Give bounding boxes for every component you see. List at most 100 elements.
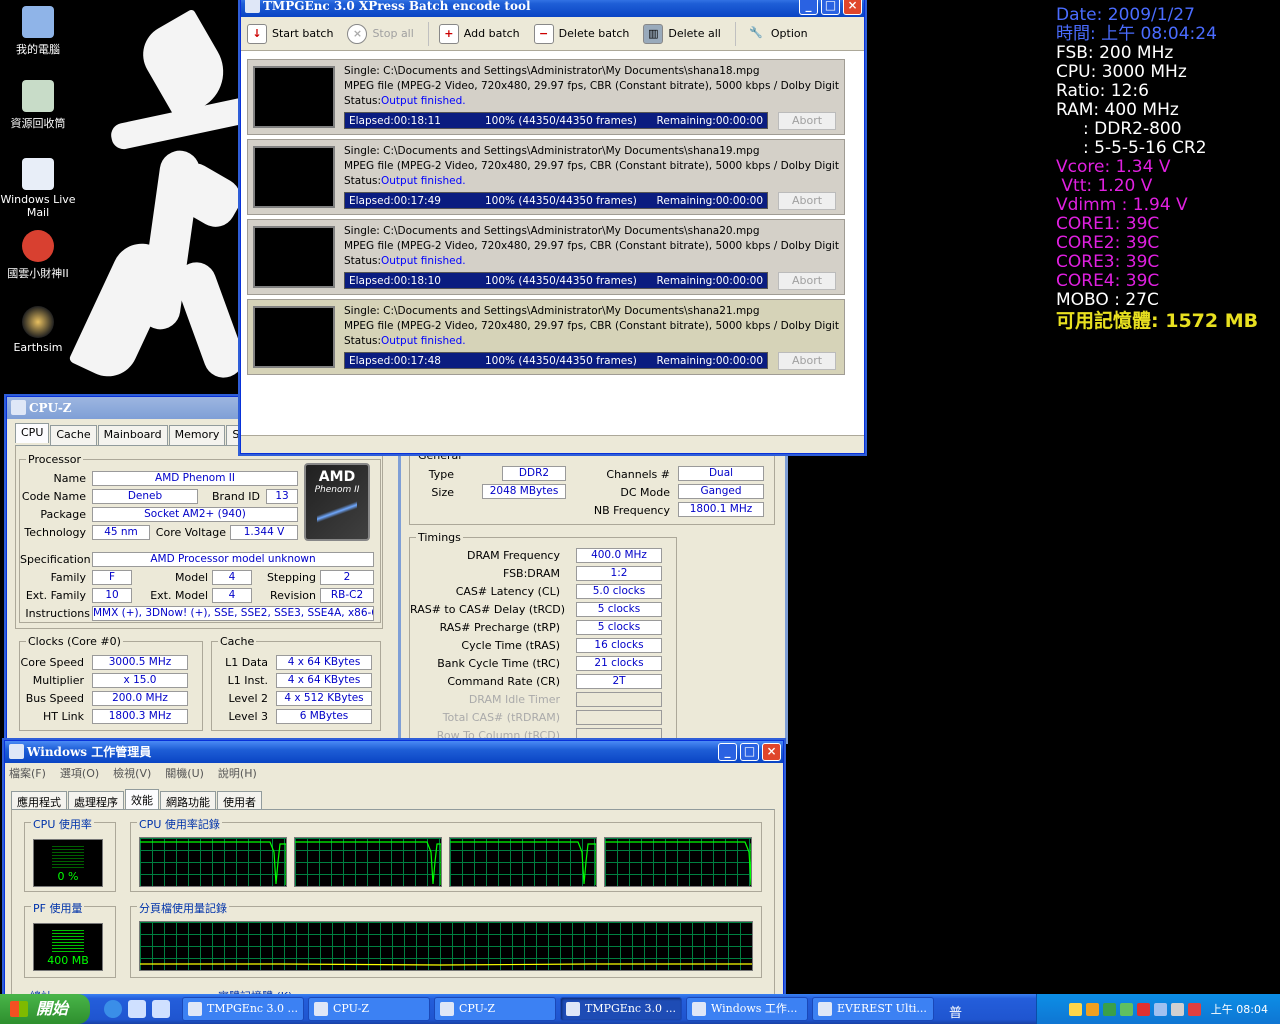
taskbar-button[interactable]: Windows 工作... bbox=[686, 997, 808, 1021]
app-icon bbox=[692, 1002, 706, 1016]
menu-file[interactable]: 檔案(F) bbox=[9, 765, 46, 781]
menu-options[interactable]: 選項(O) bbox=[60, 765, 99, 781]
stop-all-button[interactable]: × Stop all bbox=[347, 23, 414, 44]
option-button[interactable]: 🔧 Option bbox=[746, 24, 808, 44]
overlay-line: CORE1: 39C bbox=[1056, 214, 1160, 234]
batch-job[interactable]: Single: C:\Documents and Settings\Admini… bbox=[247, 139, 845, 215]
desktop-icon-earthsim[interactable]: Earthsim bbox=[0, 306, 76, 354]
technology: 45 nm bbox=[92, 525, 150, 540]
system-monitor-overlay: Date: 2009/1/27 時間: 上午 08:04:24 FSB: 200 M… bbox=[1056, 6, 1258, 331]
available-memory-label: 可用記憶體: bbox=[1056, 310, 1159, 332]
taskbar-button[interactable]: TMPGEnc 3.0 ... bbox=[560, 997, 682, 1021]
taskmgr-titlebar[interactable]: Windows 工作管理員 _ □ × bbox=[5, 741, 783, 763]
abort-button[interactable]: Abort bbox=[778, 352, 836, 370]
overlay-line: CORE4: 39C bbox=[1056, 271, 1160, 291]
desktop-icon-my-computer[interactable]: 我的電腦 bbox=[0, 6, 76, 57]
amd-phenom-logo: AMD Phenom II bbox=[304, 463, 370, 541]
job-progress-bar: Elapsed:00:18:10 100% (44350/44350 frames… bbox=[344, 272, 768, 289]
maximize-button[interactable]: □ bbox=[821, 0, 840, 15]
brand-id: 13 bbox=[266, 489, 298, 504]
desktop-icon-live-mail[interactable]: Windows Live Mail bbox=[0, 158, 76, 219]
everest-icon[interactable] bbox=[1102, 1002, 1116, 1016]
status-bar bbox=[241, 435, 864, 453]
ime-indicator[interactable]: 普 bbox=[949, 1002, 962, 1021]
network-icon[interactable] bbox=[1170, 1002, 1184, 1016]
quicklaunch-icon[interactable] bbox=[128, 1000, 146, 1018]
start-button[interactable]: 開始 bbox=[0, 994, 90, 1024]
desktop-icon-finance[interactable]: 國雲小財神II bbox=[0, 230, 76, 281]
taskbar-button[interactable]: EVEREST Ulti... bbox=[812, 997, 934, 1021]
delete-all-button[interactable]: ▥ Delete all bbox=[643, 23, 721, 44]
job-file: Single: C:\Documents and Settings\Admini… bbox=[344, 225, 760, 237]
abort-button[interactable]: Abort bbox=[778, 192, 836, 210]
core-speed: 3000.5 MHz bbox=[92, 655, 188, 670]
cpu-usage-group: CPU 使用率 0 % bbox=[24, 816, 116, 892]
instructions: MMX (+), 3DNow! (+), SSE, SSE2, SSE3, SS… bbox=[92, 606, 374, 621]
batch-job[interactable]: Single: C:\Documents and Settings\Admini… bbox=[247, 59, 845, 135]
cpu-core-history-graph bbox=[139, 837, 287, 887]
task-manager-window[interactable]: Windows 工作管理員 _ □ × 檔案(F) 選項(O) 檢視(V) 關機… bbox=[4, 740, 784, 1005]
clock[interactable]: 上午 08:04 bbox=[1211, 1001, 1268, 1017]
menu-shutdown[interactable]: 關機(U) bbox=[165, 765, 204, 781]
wrench-icon: 🔧 bbox=[749, 25, 763, 39]
close-button[interactable]: × bbox=[843, 0, 862, 15]
cache-group: Cache L1 Data 4 x 64 KBytes L1 Inst. 4 x… bbox=[211, 635, 381, 731]
minimize-button[interactable]: _ bbox=[799, 0, 818, 15]
timing-value: 5.0 clocks bbox=[576, 584, 662, 599]
start-icon: ↓ bbox=[247, 23, 267, 44]
package: Socket AM2+ (940) bbox=[92, 507, 298, 522]
menu-view[interactable]: 檢視(V) bbox=[113, 765, 151, 781]
tmpgenc-toolbar: ↓ Start batch × Stop all + Add batch − Delet… bbox=[241, 17, 864, 51]
timing-value: 1:2 bbox=[576, 566, 662, 581]
overlay-line: 時間: 上午 08:04:24 bbox=[1056, 24, 1217, 44]
shield-icon[interactable] bbox=[1068, 1002, 1082, 1016]
delete-batch-button[interactable]: − Delete batch bbox=[533, 23, 629, 44]
abort-button[interactable]: Abort bbox=[778, 272, 836, 290]
ht-link: 1800.3 MHz bbox=[92, 709, 188, 724]
job-file: Single: C:\Documents and Settings\Admini… bbox=[344, 145, 760, 157]
start-batch-button[interactable]: ↓ Start batch bbox=[247, 23, 333, 44]
stepping: 2 bbox=[320, 570, 374, 585]
minimize-button[interactable]: _ bbox=[718, 743, 737, 761]
minus-icon: − bbox=[533, 23, 554, 44]
overlay-lines: Date: 2009/1/27 時間: 上午 08:04:24 FSB: 200 M… bbox=[1056, 6, 1258, 310]
volume-icon[interactable] bbox=[1153, 1002, 1167, 1016]
ie-icon[interactable] bbox=[104, 1000, 122, 1018]
tab-cache[interactable]: Cache bbox=[50, 425, 97, 445]
add-batch-button[interactable]: + Add batch bbox=[438, 23, 520, 44]
maximize-button[interactable]: □ bbox=[740, 743, 759, 761]
taskbar-button[interactable]: CPU-Z bbox=[308, 997, 430, 1021]
show-desktop-icon[interactable] bbox=[152, 1000, 170, 1018]
menu-help[interactable]: 說明(H) bbox=[218, 765, 257, 781]
desktop-icon-recycle-bin[interactable]: 資源回收筒 bbox=[0, 80, 76, 131]
ati-icon[interactable] bbox=[1136, 1002, 1150, 1016]
job-thumbnail bbox=[253, 66, 335, 128]
tmpgenc-titlebar[interactable]: TMPGEnc 3.0 XPress Batch encode tool _ □… bbox=[241, 0, 864, 17]
job-status: Status:Output finished. bbox=[344, 95, 466, 107]
tab-mainboard[interactable]: Mainboard bbox=[97, 425, 168, 445]
overlay-line: Vtt: 1.20 V bbox=[1056, 176, 1153, 196]
taskbar-button[interactable]: TMPGEnc 3.0 ... bbox=[182, 997, 304, 1021]
pf-history-group: 分頁檔使用量記錄 bbox=[130, 900, 762, 978]
trash-icon: ▥ bbox=[643, 23, 664, 44]
tab-cpu[interactable]: CPU bbox=[15, 423, 50, 443]
overlay-line: : DDR2-800 bbox=[1056, 119, 1182, 139]
timing-label: Bank Cycle Time (tRC) bbox=[437, 657, 560, 670]
security-icon[interactable] bbox=[1187, 1002, 1201, 1016]
timing-label: Command Rate (CR) bbox=[447, 675, 560, 688]
abort-button[interactable]: Abort bbox=[778, 112, 836, 130]
info-icon[interactable] bbox=[1085, 1002, 1099, 1016]
close-button[interactable]: × bbox=[762, 743, 781, 761]
job-status: Status:Output finished. bbox=[344, 175, 466, 187]
batch-job[interactable]: Single: C:\Documents and Settings\Admini… bbox=[247, 299, 845, 375]
cpuz-memory-window[interactable]: General Type DDR2 Size 2048 MBytes Chann… bbox=[400, 440, 786, 747]
overlay-line: CORE2: 39C bbox=[1056, 233, 1160, 253]
monitor-icon[interactable] bbox=[1119, 1002, 1133, 1016]
app-icon bbox=[440, 1002, 454, 1016]
tab-memory[interactable]: Memory bbox=[168, 425, 226, 445]
tmpgenc-batch-window[interactable]: TMPGEnc 3.0 XPress Batch encode tool _ □… bbox=[240, 0, 865, 454]
job-status: Status:Output finished. bbox=[344, 335, 466, 347]
job-format: MPEG file (MPEG-2 Video, 720x480, 29.97 … bbox=[344, 320, 839, 332]
taskbar-button[interactable]: CPU-Z bbox=[434, 997, 556, 1021]
batch-job[interactable]: Single: C:\Documents and Settings\Admini… bbox=[247, 219, 845, 295]
